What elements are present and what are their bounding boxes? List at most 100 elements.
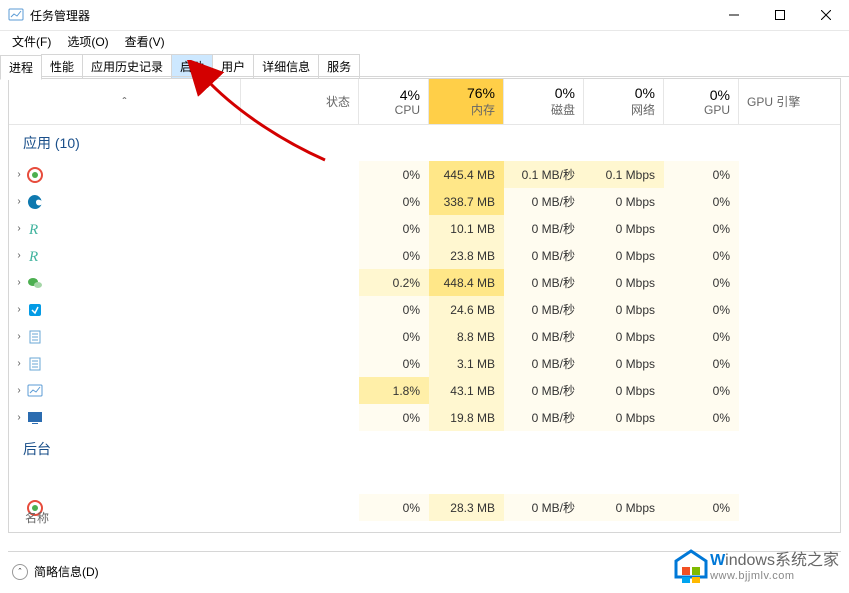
maximize-button[interactable] [757, 0, 803, 31]
cell-name: ›R [9, 215, 241, 242]
cell-network: 0 Mbps [584, 404, 664, 431]
process-icon [27, 167, 43, 183]
cell-disk: 0 MB/秒 [504, 377, 584, 404]
menu-options[interactable]: 选项(O) [61, 32, 114, 51]
cell-name: › [9, 404, 241, 431]
col-header-cpu[interactable]: 4%CPU [359, 79, 429, 124]
cell-disk: 0 MB/秒 [504, 404, 584, 431]
cell-memory: 445.4 MB [429, 161, 504, 188]
expand-chevron-icon[interactable]: › [11, 223, 27, 234]
table-row[interactable]: ›0%3.1 MB0 MB/秒0 Mbps0% [9, 350, 840, 377]
col-header-status[interactable]: 状态 [241, 79, 359, 124]
table-row[interactable]: ›R0%10.1 MB0 MB/秒0 Mbps0% [9, 215, 840, 242]
cell-cpu: 0% [359, 296, 429, 323]
table-row[interactable]: ›0%445.4 MB0.1 MB/秒0.1 Mbps0% [9, 161, 840, 188]
table-row[interactable]: ›0%28.3 MB0 MB/秒0 Mbps0% [9, 494, 840, 521]
col-header-name[interactable]: ˆ 名称 [9, 79, 241, 124]
fewer-details-button[interactable]: ˆ 简略信息(D) [8, 561, 103, 582]
cell-name: ›R [9, 242, 241, 269]
cell-disk: 0 MB/秒 [504, 296, 584, 323]
cell-cpu: 1.8% [359, 377, 429, 404]
cell-gpu: 0% [664, 269, 739, 296]
cell-network: 0 Mbps [584, 350, 664, 377]
cell-memory: 3.1 MB [429, 350, 504, 377]
cell-disk: 0 MB/秒 [504, 323, 584, 350]
cell-cpu: 0% [359, 494, 429, 521]
col-header-disk[interactable]: 0%磁盘 [504, 79, 584, 124]
table-row [9, 467, 840, 494]
cell-memory: 448.4 MB [429, 269, 504, 296]
cell-network: 0 Mbps [584, 188, 664, 215]
expand-chevron-icon[interactable]: › [11, 196, 27, 207]
table-row[interactable]: ›0%19.8 MB0 MB/秒0 Mbps0% [9, 404, 840, 431]
expand-chevron-icon[interactable]: › [11, 277, 27, 288]
process-icon [27, 194, 43, 210]
expand-chevron-icon[interactable]: › [11, 385, 27, 396]
cell-gpu-engine [739, 404, 840, 431]
cell-memory: 10.1 MB [429, 215, 504, 242]
tab-processes[interactable]: 进程 [0, 55, 42, 80]
close-button[interactable] [803, 0, 849, 31]
table-row[interactable]: ›0.2%448.4 MB0 MB/秒0 Mbps0% [9, 269, 840, 296]
col-header-memory[interactable]: 76%内存 [429, 79, 504, 124]
col-header-gpu[interactable]: 0%GPU [664, 79, 739, 124]
table-row[interactable]: ›1.8%43.1 MB0 MB/秒0 Mbps0% [9, 377, 840, 404]
titlebar: 任务管理器 [0, 0, 849, 31]
cell-status [241, 494, 359, 521]
footer: ˆ 简略信息(D) [8, 551, 841, 585]
cell-gpu: 0% [664, 161, 739, 188]
cell-memory: 23.8 MB [429, 242, 504, 269]
cell-network: 0 Mbps [584, 494, 664, 521]
cell-gpu-engine [739, 494, 840, 521]
expand-chevron-icon[interactable]: › [11, 358, 27, 369]
tabstrip: 进程 性能 应用历史记录 启动 用户 详细信息 服务 [0, 54, 849, 77]
cell-status [241, 242, 359, 269]
app-icon [8, 7, 24, 23]
col-header-network[interactable]: 0%网络 [584, 79, 664, 124]
group-background[interactable]: 后台 [9, 431, 840, 467]
cell-status [241, 161, 359, 188]
process-icon [27, 275, 43, 291]
table-row[interactable]: ›0%8.8 MB0 MB/秒0 Mbps0% [9, 323, 840, 350]
expand-chevron-icon[interactable]: › [11, 250, 27, 261]
table-body[interactable]: 应用 (10)›0%445.4 MB0.1 MB/秒0.1 Mbps0%›0%3… [9, 125, 840, 532]
cell-gpu: 0% [664, 215, 739, 242]
cell-disk: 0 MB/秒 [504, 215, 584, 242]
table-row[interactable]: ›R0%23.8 MB0 MB/秒0 Mbps0% [9, 242, 840, 269]
process-icon [27, 410, 43, 426]
minimize-button[interactable] [711, 0, 757, 31]
menu-view[interactable]: 查看(V) [119, 32, 171, 51]
chevron-up-icon: ˆ [12, 564, 28, 580]
cell-status [241, 215, 359, 242]
table-row[interactable]: ›0%338.7 MB0 MB/秒0 Mbps0% [9, 188, 840, 215]
menu-file[interactable]: 文件(F) [6, 32, 57, 51]
cell-gpu: 0% [664, 323, 739, 350]
cell-status [241, 323, 359, 350]
cell-cpu: 0% [359, 404, 429, 431]
cell-cpu: 0% [359, 242, 429, 269]
process-icon: R [27, 221, 43, 237]
cell-name: › [9, 323, 241, 350]
cell-memory: 8.8 MB [429, 323, 504, 350]
cell-gpu: 0% [664, 350, 739, 377]
expand-chevron-icon[interactable]: › [11, 331, 27, 342]
group-apps[interactable]: 应用 (10) [9, 125, 840, 161]
process-icon [27, 329, 43, 345]
cell-gpu-engine [739, 296, 840, 323]
cell-network: 0 Mbps [584, 296, 664, 323]
cell-gpu-engine [739, 215, 840, 242]
expand-chevron-icon[interactable]: › [11, 169, 27, 180]
cell-status [241, 377, 359, 404]
expand-chevron-icon[interactable]: › [11, 412, 27, 423]
cell-network: 0 Mbps [584, 323, 664, 350]
cell-gpu-engine [739, 323, 840, 350]
process-icon: R [27, 248, 43, 264]
cell-network: 0.1 Mbps [584, 161, 664, 188]
cell-cpu: 0% [359, 188, 429, 215]
expand-chevron-icon[interactable]: › [11, 304, 27, 315]
cell-network: 0 Mbps [584, 269, 664, 296]
table-row[interactable]: ›0%24.6 MB0 MB/秒0 Mbps0% [9, 296, 840, 323]
cell-name: › [9, 377, 241, 404]
cell-gpu-engine [739, 377, 840, 404]
col-header-gpu-engine[interactable]: GPU 引擎 [739, 79, 840, 124]
